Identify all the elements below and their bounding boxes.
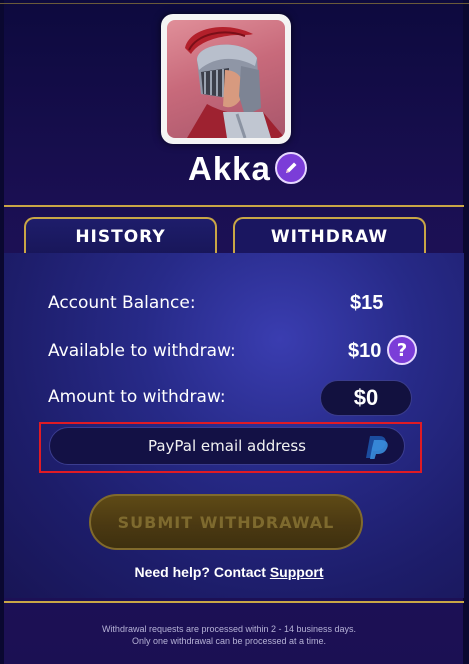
edit-profile-button[interactable] [275, 152, 307, 184]
paypal-email-input[interactable] [50, 428, 404, 464]
tab-withdraw-label: WITHDRAW [270, 227, 389, 247]
help-prefix: Need help? Contact [134, 564, 270, 580]
tab-history[interactable]: HISTORY [24, 217, 217, 255]
question-icon: ? [396, 339, 408, 361]
section-divider [4, 205, 464, 207]
amount-value: $0 [353, 385, 379, 410]
available-label: Available to withdraw: [48, 341, 236, 361]
footer-note: Withdrawal requests are processed within… [0, 623, 458, 647]
available-value: $10 [348, 340, 382, 362]
footer-line-2: Only one withdrawal can be processed at … [131, 636, 327, 646]
account-balance-label: Account Balance: [48, 293, 196, 313]
amount-label: Amount to withdraw: [48, 387, 226, 407]
tab-history-label: HISTORY [75, 227, 166, 247]
paypal-icon [366, 436, 388, 459]
account-balance-value: $15 [350, 292, 384, 314]
support-link[interactable]: Support [270, 564, 324, 580]
avatar [161, 14, 291, 144]
tab-withdraw[interactable]: WITHDRAW [233, 217, 426, 255]
help-info-button[interactable]: ? [387, 335, 417, 365]
footer-line-1: Withdrawal requests are processed within… [101, 624, 357, 634]
footer-divider [4, 601, 464, 603]
top-divider [0, 3, 469, 4]
paypal-email-field [49, 427, 405, 465]
help-line: Need help? Contact Support [0, 564, 458, 580]
withdraw-screen: Akka HISTORY WITHDRAW Account Balance: $… [0, 0, 469, 664]
pencil-icon [286, 162, 297, 173]
submit-withdrawal-label: SUBMIT WITHDRAWAL [117, 512, 335, 532]
gladiator-avatar-icon [167, 20, 285, 138]
amount-input[interactable]: $0 [320, 380, 412, 416]
submit-withdrawal-button[interactable]: SUBMIT WITHDRAWAL [89, 494, 363, 550]
username: Akka [188, 150, 271, 187]
